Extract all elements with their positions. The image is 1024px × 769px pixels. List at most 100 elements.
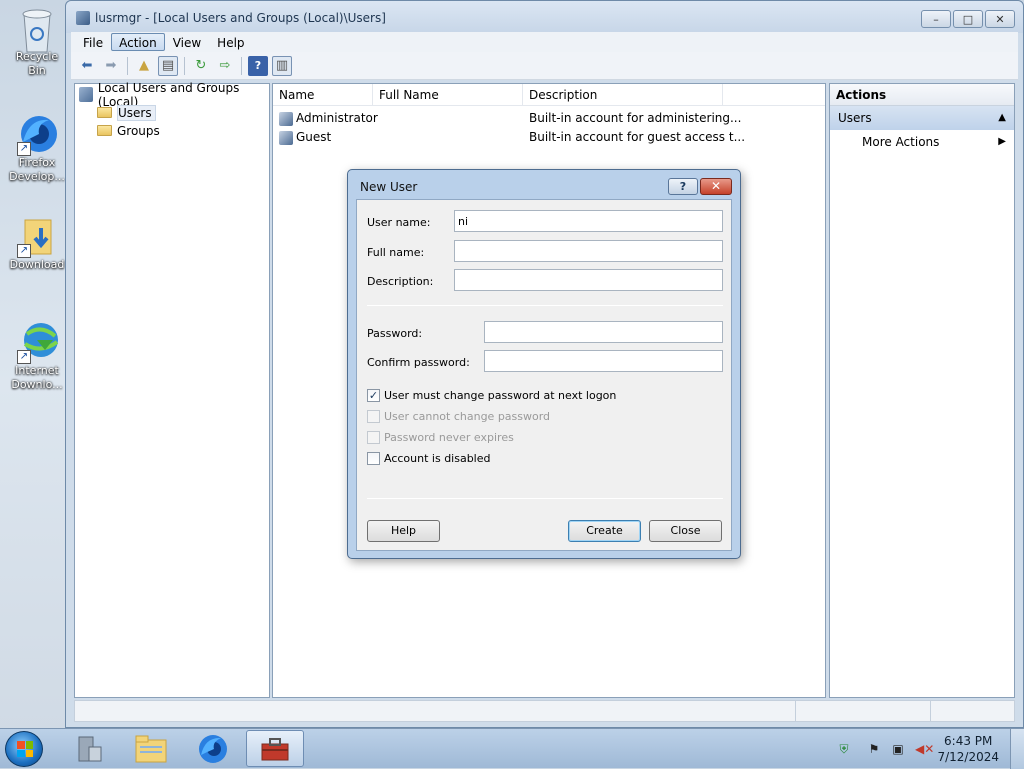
description-label: Description: bbox=[367, 275, 434, 288]
create-button[interactable]: Create bbox=[568, 520, 641, 542]
network-icon[interactable]: ▣ bbox=[890, 742, 906, 756]
desktop-icon-firefox-developer[interactable]: ↗ Firefox Develop... bbox=[6, 112, 68, 184]
confirm-password-input[interactable] bbox=[484, 350, 723, 372]
checkbox-icon bbox=[367, 430, 380, 444]
minimize-button[interactable]: – bbox=[921, 10, 951, 28]
window-title: lusrmgr - [Local Users and Groups (Local… bbox=[95, 11, 386, 25]
divider bbox=[367, 498, 723, 499]
table-row[interactable]: Administrator Built-in account for admin… bbox=[273, 110, 825, 128]
table-row[interactable]: Guest Built-in account for guest access … bbox=[273, 129, 825, 147]
menu-help[interactable]: Help bbox=[209, 33, 252, 51]
volume-muted-icon[interactable]: ◀✕ bbox=[915, 742, 934, 756]
windows-logo-icon bbox=[17, 741, 33, 757]
security-shield-icon[interactable]: ⛨ bbox=[836, 742, 852, 756]
refresh-icon[interactable]: ↻ bbox=[191, 56, 211, 76]
actions-group-label: Users bbox=[838, 111, 872, 125]
export-list-icon[interactable]: ⇨ bbox=[215, 56, 235, 76]
app-icon bbox=[76, 11, 90, 25]
cell-name: Guest bbox=[296, 130, 332, 144]
toolbar-separator bbox=[241, 56, 242, 75]
close-button[interactable]: Close bbox=[649, 520, 722, 542]
list-header: Name Full Name Description bbox=[273, 84, 825, 106]
recycle-bin-icon bbox=[15, 6, 59, 53]
desktop-icon-label: Download bbox=[9, 258, 65, 271]
actions-item-more-actions[interactable]: More Actions ▶ bbox=[830, 130, 1014, 154]
dialog-close-icon[interactable]: ✕ bbox=[700, 178, 732, 195]
clock[interactable]: 6:43 PM 7/12/2024 bbox=[937, 733, 999, 765]
full-name-input[interactable] bbox=[454, 240, 723, 262]
desktop-icon-label: Firefox Develop... bbox=[9, 156, 65, 183]
checkbox-cannot-change-password: User cannot change password bbox=[367, 408, 550, 424]
help-button[interactable]: Help bbox=[367, 520, 440, 542]
toolbar-separator bbox=[127, 56, 128, 75]
desktop-icon-recycle-bin[interactable]: Recycle Bin bbox=[6, 6, 68, 78]
divider bbox=[367, 305, 723, 306]
actions-group-users[interactable]: Users ▲ bbox=[830, 106, 1014, 130]
taskbar-server-manager[interactable] bbox=[60, 730, 118, 767]
menu-bar: File Action View Help bbox=[71, 32, 1018, 52]
action-center-flag-icon[interactable]: ⚑ bbox=[866, 742, 882, 756]
checkbox-icon bbox=[367, 409, 380, 423]
checkbox-checked-icon[interactable]: ✓ bbox=[367, 388, 380, 402]
cell-description: Built-in account for guest access t... bbox=[529, 130, 746, 144]
user-name-input[interactable] bbox=[454, 210, 723, 232]
shortcut-arrow-icon: ↗ bbox=[17, 350, 31, 364]
help-icon[interactable]: ? bbox=[248, 55, 268, 76]
menu-view[interactable]: View bbox=[165, 33, 209, 51]
folder-icon bbox=[97, 125, 112, 136]
checkbox-label: Password never expires bbox=[384, 430, 514, 444]
taskbar-windows-explorer[interactable] bbox=[122, 730, 180, 767]
shortcut-arrow-icon: ↗ bbox=[17, 244, 31, 258]
maximize-button[interactable]: □ bbox=[953, 10, 983, 28]
menu-action[interactable]: Action bbox=[111, 33, 165, 51]
column-header-full-name[interactable]: Full Name bbox=[373, 84, 523, 106]
user-icon bbox=[279, 131, 293, 145]
description-input[interactable] bbox=[454, 269, 723, 291]
windows-explorer-icon bbox=[135, 735, 167, 762]
folder-icon bbox=[97, 107, 112, 118]
dialog-help-icon[interactable]: ? bbox=[668, 178, 698, 195]
checkbox-icon[interactable] bbox=[367, 451, 380, 465]
desktop-icon-internet-download-manager[interactable]: ↗ Internet Downlo... bbox=[6, 320, 68, 392]
taskbar-firefox[interactable] bbox=[184, 730, 242, 767]
tree-item-users[interactable]: Users bbox=[97, 104, 156, 121]
column-header-name[interactable]: Name bbox=[273, 84, 373, 106]
shortcut-arrow-icon: ↗ bbox=[17, 142, 31, 156]
confirm-password-label: Confirm password: bbox=[367, 356, 470, 369]
user-name-label: User name: bbox=[367, 216, 431, 229]
dialog-body: User name: Full name: Description: Passw… bbox=[356, 199, 732, 551]
start-button[interactable] bbox=[5, 731, 43, 767]
collapse-triangle-icon[interactable]: ▲ bbox=[998, 106, 1006, 130]
up-folder-icon[interactable]: ▲ bbox=[134, 56, 154, 76]
desktop-icon-downloads[interactable]: ↗ Download bbox=[6, 214, 68, 272]
internet-download-manager-icon: ↗ bbox=[15, 320, 59, 364]
checkbox-label: User must change password at next logon bbox=[384, 388, 617, 402]
show-desktop-button[interactable] bbox=[1010, 729, 1024, 769]
taskbar-computer-management[interactable] bbox=[246, 730, 304, 767]
show-hide-tree-icon[interactable]: ▤ bbox=[158, 55, 178, 76]
menu-file[interactable]: File bbox=[75, 33, 111, 51]
checkbox-label: Account is disabled bbox=[384, 451, 491, 465]
toolbar: ⬅ ➡ ▲ ▤ ↻ ⇨ ? ▥ bbox=[71, 52, 1018, 80]
password-input[interactable] bbox=[484, 321, 723, 343]
close-button[interactable]: ✕ bbox=[985, 10, 1015, 28]
console-tree: Local Users and Groups (Local) Users Gro… bbox=[74, 81, 270, 698]
checkbox-must-change-password[interactable]: ✓ User must change password at next logo… bbox=[367, 387, 616, 403]
status-segment bbox=[795, 701, 796, 721]
column-header-description[interactable]: Description bbox=[523, 84, 723, 106]
status-segment bbox=[930, 701, 931, 721]
actions-title: Actions bbox=[830, 84, 1014, 106]
status-bar bbox=[74, 700, 1015, 722]
actions-pane: Actions Users ▲ More Actions ▶ bbox=[829, 83, 1015, 698]
user-icon bbox=[279, 112, 293, 126]
cell-name: Administrator bbox=[296, 111, 378, 125]
back-arrow-icon[interactable]: ⬅ bbox=[77, 56, 97, 76]
checkbox-password-never-expires: Password never expires bbox=[367, 429, 514, 445]
tree-root[interactable]: Local Users and Groups (Local) bbox=[79, 81, 269, 109]
checkbox-account-disabled[interactable]: Account is disabled bbox=[367, 450, 491, 466]
forward-arrow-icon[interactable]: ➡ bbox=[101, 56, 121, 76]
title-bar[interactable]: lusrmgr - [Local Users and Groups (Local… bbox=[66, 1, 1023, 33]
tree-item-groups[interactable]: Groups bbox=[97, 122, 160, 139]
desktop-icon-label: Internet Downlo... bbox=[11, 364, 63, 391]
show-hide-action-pane-icon[interactable]: ▥ bbox=[272, 55, 292, 76]
